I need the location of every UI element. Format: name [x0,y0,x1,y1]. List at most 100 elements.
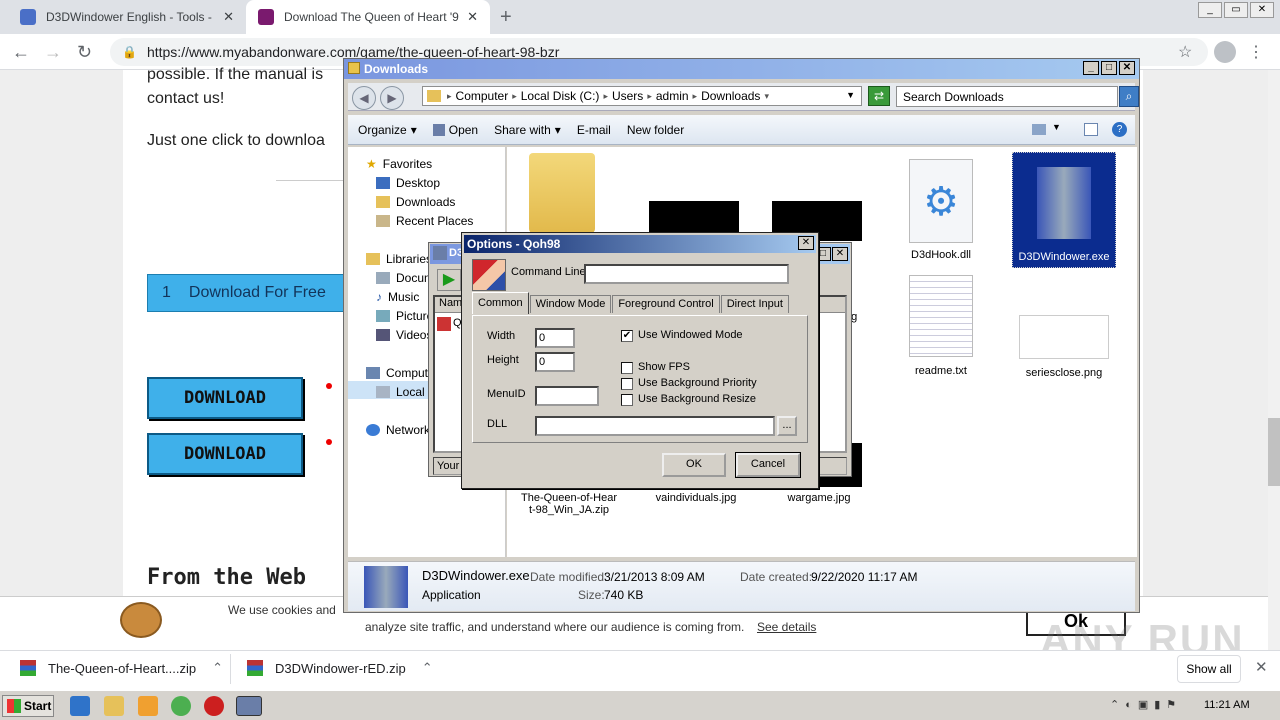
maximize-icon[interactable]: □ [1101,61,1117,75]
chrome-icon[interactable] [171,696,191,716]
file-queen-zip[interactable]: The-Queen-of-Heart-98_Win_JA.zip [517,492,621,516]
download-button-2[interactable]: DOWNLOAD [147,433,303,475]
show-all-button[interactable]: Show all [1177,655,1241,683]
cookie-details-link[interactable]: See details [757,620,816,634]
browser-tab-d3dwindower[interactable]: D3DWindower English - Tools - PCG... ✕ [8,0,246,34]
close-icon[interactable]: ✕ [832,247,848,261]
breadcrumb-localdisk[interactable]: Local Disk (C:) [521,89,600,103]
tab-direct-input[interactable]: Direct Input [720,295,789,313]
explorer-titlebar[interactable]: Downloads [344,59,1139,79]
tab-window-mode[interactable]: Window Mode [529,295,612,313]
breadcrumb-downloads[interactable]: Downloads [701,89,760,103]
new-tab-button[interactable]: + [500,6,512,29]
search-downloads-input[interactable]: Search Downloads [896,86,1118,107]
width-input[interactable]: 0 [535,328,575,348]
preview-pane-icon[interactable] [1084,123,1098,136]
menuid-input[interactable] [535,386,599,406]
media-player-icon[interactable] [138,696,158,716]
forward-icon[interactable]: ▶ [380,86,404,110]
tab-close-icon[interactable]: ✕ [467,9,478,25]
search-icon[interactable]: ⌕ [1119,86,1139,107]
play-icon[interactable]: ▶ [437,269,461,291]
opera-icon[interactable] [204,696,224,716]
profile-avatar-icon[interactable] [1214,41,1236,63]
chevron-up-icon[interactable]: ⌃ [212,660,223,676]
minimize-icon[interactable]: _ [1083,61,1099,75]
command-line-input[interactable] [584,264,789,284]
nav-favorites[interactable]: ★ Favorites [366,157,432,171]
ok-button[interactable]: OK [662,453,726,477]
file-label: vaindividuals.jpg [655,492,737,504]
nav-downloads[interactable]: Downloads [376,195,455,209]
reload-icon[interactable]: ↻ [77,42,92,63]
browse-dll-button[interactable]: ... [777,416,797,436]
dropdown-arrow-icon[interactable]: ▼ [846,90,855,100]
browser-tab-queen-of-heart[interactable]: Download The Queen of Heart '98 (W ✕ [246,0,490,34]
file-readme[interactable]: readme.txt [889,275,993,377]
bg-priority-checkbox[interactable] [621,378,633,390]
d3dwindower-taskbar-icon[interactable] [236,696,262,716]
use-windowed-mode-checkbox[interactable]: ✔ [621,330,633,342]
dialog-titlebar[interactable]: Options - Qoh98 [464,235,816,253]
divider [230,654,231,684]
folder-icon[interactable] [529,153,595,233]
explorer-folder-icon[interactable] [104,696,124,716]
dll-input[interactable] [535,416,775,436]
close-icon[interactable]: ✕ [1250,2,1274,18]
close-shelf-icon[interactable]: ✕ [1255,658,1268,676]
tab-foreground-control[interactable]: Foreground Control [612,295,720,313]
tab-common[interactable]: Common [472,292,529,314]
chevron-up-icon[interactable]: ⌃ [422,660,433,676]
new-folder-button[interactable]: New folder [627,123,684,137]
refresh-icon[interactable]: ⇄ [868,86,890,106]
menu-kebab-icon[interactable]: ⋮ [1248,42,1264,62]
breadcrumb-users[interactable]: Users [612,89,643,103]
nav-desktop[interactable]: Desktop [376,176,440,190]
open-button[interactable]: Open [432,123,478,137]
download-item[interactable]: D3DWindower-rED.zip ⌃ [247,660,433,676]
minimize-icon[interactable]: _ [1198,2,1222,18]
email-button[interactable]: E-mail [577,123,611,137]
bg-resize-checkbox[interactable] [621,394,633,406]
page-scrollbar[interactable] [1268,70,1280,650]
file-seriesclose[interactable]: seriesclose.png [1012,315,1116,379]
file-d3dhook[interactable]: ⚙ D3dHook.dll [889,159,993,261]
nav-pictures[interactable]: Picture [376,309,433,323]
breadcrumb-admin[interactable]: admin [656,89,689,103]
download-item[interactable]: The-Queen-of-Heart....zip ⌃ [20,660,223,676]
close-icon[interactable]: ✕ [1119,61,1135,75]
help-icon[interactable]: ? [1112,122,1127,137]
breadcrumb-computer[interactable]: Computer [456,89,509,103]
start-button[interactable]: Start [2,695,54,717]
download-button-1[interactable]: DOWNLOAD [147,377,303,419]
tab-close-icon[interactable]: ✕ [223,9,234,25]
nav-libraries[interactable]: Libraries [366,252,432,266]
show-fps-checkbox[interactable] [621,362,633,374]
explorer-address-bar[interactable]: ▸ Computer ▸ Local Disk (C:) ▸ Users ▸ a… [422,86,862,106]
file-label: readme.txt [915,365,967,377]
back-icon[interactable]: ◀ [352,86,376,110]
nav-recent-places[interactable]: Recent Places [376,214,473,228]
maximize-icon[interactable]: ▭ [1224,2,1248,18]
height-input[interactable]: 0 [535,352,575,372]
file-vaindividuals[interactable]: vaindividuals.jpg [644,492,748,504]
nav-videos[interactable]: Videos [376,328,432,342]
view-options-icon[interactable] [1032,124,1046,135]
nav-network[interactable]: Network [366,423,430,437]
file-d3dwindower[interactable]: D3DWindower.exe [1012,152,1116,268]
organize-button[interactable]: Organize ▾ [358,123,417,137]
page-scrollbar-thumb[interactable] [1268,418,1280,486]
back-arrow-icon[interactable]: ← [12,42,30,63]
forward-arrow-icon[interactable]: → [44,42,62,63]
nav-documents[interactable]: Docum [376,271,434,285]
close-icon[interactable]: ✕ [798,236,814,250]
share-with-button[interactable]: Share with ▾ [494,123,561,137]
download-for-free-button[interactable]: 1 Download For Free [147,274,347,312]
ie-icon[interactable] [70,696,90,716]
nav-music[interactable]: ♪ Music [376,290,419,304]
chevron-down-icon[interactable]: ▼ [1052,122,1061,132]
bookmark-star-icon[interactable]: ☆ [1178,42,1192,62]
nav-computer[interactable]: Compute [366,366,435,380]
cancel-button[interactable]: Cancel [735,452,801,478]
file-wargame[interactable]: wargame.jpg [767,492,871,504]
